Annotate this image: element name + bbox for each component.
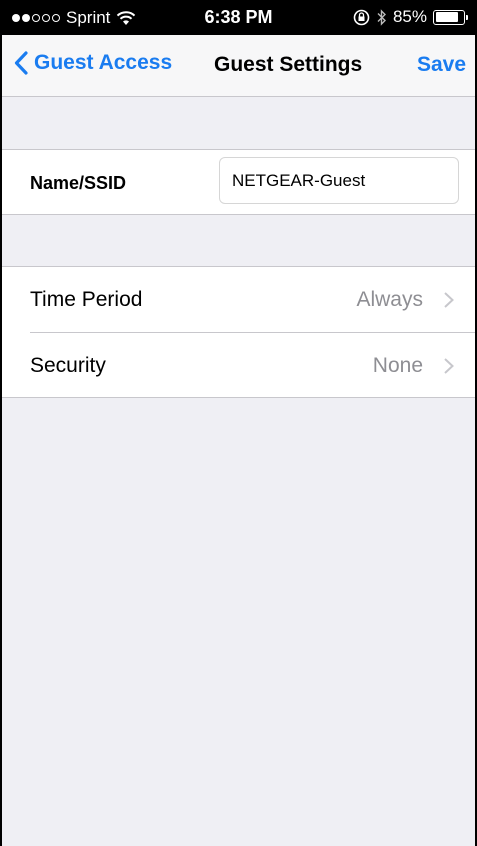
- bluetooth-icon: [377, 8, 386, 26]
- ssid-input[interactable]: [219, 157, 459, 204]
- security-value: None: [372, 354, 423, 377]
- security-label: Security: [30, 354, 106, 377]
- save-button[interactable]: Save: [417, 53, 466, 77]
- time-period-row[interactable]: Time Period Always: [2, 267, 475, 333]
- back-button[interactable]: Guest Access: [14, 51, 172, 75]
- settings-section: Time Period Always Security None: [2, 266, 475, 398]
- guest-settings-screen: Sprint 6:38 PM 85% Guest Access Guest Se…: [2, 0, 475, 846]
- rotation-lock-icon: [353, 9, 370, 25]
- page-title: Guest Settings: [214, 53, 363, 76]
- status-right: 85%: [353, 7, 468, 27]
- time-period-value: Always: [356, 288, 423, 311]
- navigation-bar: Guest Access Guest Settings Save: [2, 35, 475, 97]
- battery-percent: 85%: [392, 7, 427, 26]
- ssid-section: Name/SSID: [2, 149, 475, 215]
- chevron-left-icon: [14, 51, 28, 75]
- security-row[interactable]: Security None: [2, 333, 475, 398]
- chevron-right-icon: [444, 292, 454, 308]
- battery-icon: [433, 9, 468, 25]
- chevron-right-icon: [444, 358, 454, 374]
- back-button-label: Guest Access: [34, 51, 173, 74]
- status-bar: Sprint 6:38 PM 85%: [2, 0, 475, 35]
- ssid-label: Name/SSID: [30, 173, 127, 193]
- battery-fill: [435, 12, 459, 22]
- time-period-label: Time Period: [30, 288, 143, 311]
